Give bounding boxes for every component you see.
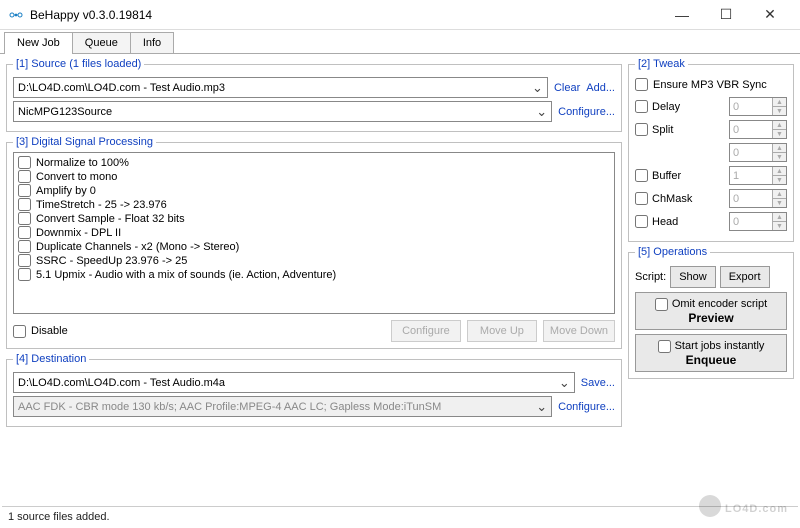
clear-link[interactable]: Clear [554, 82, 580, 94]
delay-checkbox[interactable] [635, 100, 648, 113]
chevron-up-icon: ▲ [772, 121, 786, 130]
buffer-spinner[interactable]: 1▲▼ [729, 166, 787, 185]
dsp-item: Normalize to 100% [18, 156, 610, 169]
dsp-item: Amplify by 0 [18, 184, 610, 197]
status-bar: 1 source files added. [2, 506, 798, 526]
dsp-item: Duplicate Channels - x2 (Mono -> Stereo) [18, 240, 610, 253]
dsp-check-downmix[interactable] [18, 226, 31, 239]
tweak-legend: [2] Tweak [635, 58, 688, 70]
add-link[interactable]: Add... [586, 82, 615, 94]
dsp-check-timestretch[interactable] [18, 198, 31, 211]
destination-file-combo[interactable]: D:\LO4D.com\LO4D.com - Test Audio.m4a [13, 372, 575, 393]
chevron-down-icon: ▼ [772, 107, 786, 115]
decoder-combo[interactable]: NicMPG123Source [13, 101, 552, 122]
dsp-check-convert-sample[interactable] [18, 212, 31, 225]
omit-encoder-checkbox[interactable] [655, 298, 668, 311]
chevron-down-icon: ▼ [772, 176, 786, 184]
tab-new-job[interactable]: New Job [4, 32, 73, 53]
dsp-configure-button[interactable]: Configure [391, 320, 461, 342]
dsp-check-normalize[interactable] [18, 156, 31, 169]
buffer-checkbox[interactable] [635, 169, 648, 182]
dsp-item: Convert Sample - Float 32 bits [18, 212, 610, 225]
window-title: BeHappy v0.3.0.19814 [30, 8, 660, 22]
script-label: Script: [635, 271, 666, 283]
dsp-check-mono[interactable] [18, 170, 31, 183]
chevron-up-icon: ▲ [772, 144, 786, 153]
destination-legend: [4] Destination [13, 353, 89, 365]
dsp-legend: [3] Digital Signal Processing [13, 136, 156, 148]
export-button[interactable]: Export [720, 266, 770, 288]
chmask-spinner[interactable]: 0▲▼ [729, 189, 787, 208]
preview-button[interactable]: Omit encoder script Preview [635, 292, 787, 330]
dsp-list[interactable]: Normalize to 100% Convert to mono Amplif… [13, 152, 615, 314]
tab-queue[interactable]: Queue [72, 32, 131, 53]
disable-checkbox[interactable] [13, 325, 26, 338]
chevron-up-icon: ▲ [772, 190, 786, 199]
dsp-item: SSRC - SpeedUp 23.976 -> 25 [18, 254, 610, 267]
move-down-button[interactable]: Move Down [543, 320, 615, 342]
head-checkbox[interactable] [635, 215, 648, 228]
chevron-up-icon: ▲ [772, 98, 786, 107]
source-file-combo[interactable]: D:\LO4D.com\LO4D.com - Test Audio.mp3 [13, 77, 548, 98]
enqueue-button[interactable]: Start jobs instantly Enqueue [635, 334, 787, 372]
chevron-down-icon: ▼ [772, 199, 786, 207]
move-up-button[interactable]: Move Up [467, 320, 537, 342]
disable-checkbox-row: Disable [13, 325, 68, 338]
operations-group: [5] Operations Script: Show Export Omit … [628, 246, 794, 379]
dsp-check-duplicate[interactable] [18, 240, 31, 253]
dsp-check-amplify[interactable] [18, 184, 31, 197]
dsp-check-ssrc[interactable] [18, 254, 31, 267]
tab-strip: New Job Queue Info [0, 30, 800, 54]
app-icon [8, 7, 24, 23]
source-configure-link[interactable]: Configure... [558, 106, 615, 118]
dsp-check-upmix[interactable] [18, 268, 31, 281]
dsp-group: [3] Digital Signal Processing Normalize … [6, 136, 622, 349]
source-legend: [1] Source (1 files loaded) [13, 58, 144, 70]
start-instantly-checkbox[interactable] [658, 340, 671, 353]
maximize-button[interactable]: ☐ [704, 0, 748, 30]
source-group: [1] Source (1 files loaded) D:\LO4D.com\… [6, 58, 622, 132]
operations-legend: [5] Operations [635, 246, 710, 258]
chmask-checkbox[interactable] [635, 192, 648, 205]
encoder-combo[interactable]: AAC FDK - CBR mode 130 kb/s; AAC Profile… [13, 396, 552, 417]
status-text: 1 source files added. [8, 511, 110, 523]
save-link[interactable]: Save... [581, 377, 615, 389]
destination-group: [4] Destination D:\LO4D.com\LO4D.com - T… [6, 353, 622, 427]
dsp-item: Downmix - DPL II [18, 226, 610, 239]
split-spinner-1[interactable]: 0▲▼ [729, 120, 787, 139]
chevron-down-icon: ▼ [772, 130, 786, 138]
chevron-up-icon: ▲ [772, 213, 786, 222]
split-checkbox[interactable] [635, 123, 648, 136]
show-button[interactable]: Show [670, 266, 716, 288]
tweak-group: [2] Tweak Ensure MP3 VBR Sync Delay 0▲▼ … [628, 58, 794, 242]
titlebar: BeHappy v0.3.0.19814 — ☐ ✕ [0, 0, 800, 30]
destination-configure-link[interactable]: Configure... [558, 401, 615, 413]
dsp-item: TimeStretch - 25 -> 23.976 [18, 198, 610, 211]
ensure-vbr-checkbox[interactable] [635, 78, 648, 91]
delay-spinner[interactable]: 0▲▼ [729, 97, 787, 116]
chevron-down-icon: ▼ [772, 153, 786, 161]
split-spinner-2[interactable]: 0▲▼ [729, 143, 787, 162]
close-button[interactable]: ✕ [748, 0, 792, 30]
head-spinner[interactable]: 0▲▼ [729, 212, 787, 231]
tab-info[interactable]: Info [130, 32, 174, 53]
minimize-button[interactable]: — [660, 0, 704, 30]
chevron-up-icon: ▲ [772, 167, 786, 176]
chevron-down-icon: ▼ [772, 222, 786, 230]
dsp-item: Convert to mono [18, 170, 610, 183]
dsp-item: 5.1 Upmix - Audio with a mix of sounds (… [18, 268, 610, 281]
